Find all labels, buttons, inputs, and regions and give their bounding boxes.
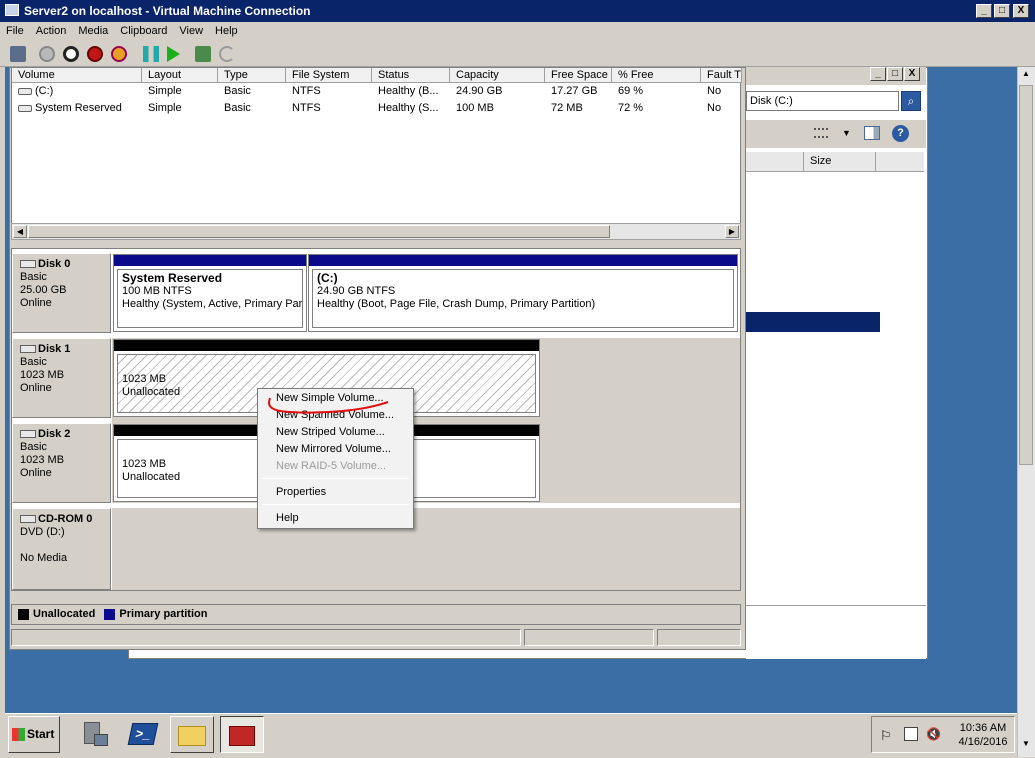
turn-off-icon[interactable]: [63, 46, 79, 62]
cdrom-area: [112, 508, 740, 590]
search-input[interactable]: Disk (C:): [746, 91, 899, 111]
chevron-down-icon[interactable]: ▼: [842, 128, 851, 138]
partition-c[interactable]: (C:) 24.90 GB NTFS Healthy (Boot, Page F…: [308, 254, 738, 332]
action-center-flag-icon[interactable]: ⚐: [880, 728, 892, 744]
menu-help[interactable]: Help: [209, 22, 244, 37]
shut-down-icon[interactable]: [87, 46, 103, 62]
help-icon[interactable]: ?: [892, 125, 909, 142]
menu-bar: File Action Media Clipboard View Help: [0, 22, 1035, 41]
context-menu: New Simple Volume... New Spanned Volume.…: [257, 388, 414, 529]
window-title: Server2 on localhost - Virtual Machine C…: [24, 4, 311, 18]
disk-icon: [20, 260, 36, 269]
vm-toolbar: [0, 41, 1035, 67]
menu-new-raid5-volume: New RAID-5 Volume...: [276, 460, 387, 472]
status-bar: [11, 629, 741, 646]
menu-separator: [262, 504, 409, 505]
primary-partition-swatch: [104, 608, 116, 620]
vm-connection-icon: [5, 4, 19, 16]
column-type[interactable]: Type: [218, 68, 286, 83]
bg-close-button[interactable]: X: [904, 67, 920, 81]
legend: Unallocated Primary partition: [11, 604, 741, 625]
horizontal-scrollbar[interactable]: ◀ ▶: [11, 223, 741, 240]
column-size[interactable]: Size: [803, 152, 875, 171]
column-capacity[interactable]: Capacity: [450, 68, 545, 83]
menu-new-spanned-volume[interactable]: New Spanned Volume...: [259, 407, 412, 424]
pause-icon[interactable]: [143, 46, 159, 62]
explorer-icon[interactable]: [170, 716, 214, 753]
network-icon[interactable]: [904, 727, 918, 741]
close-button[interactable]: X: [1013, 4, 1029, 18]
column-percent-free[interactable]: % Free: [612, 68, 701, 83]
scroll-right-icon[interactable]: ▶: [725, 225, 739, 238]
selected-row[interactable]: [746, 312, 880, 332]
menu-file[interactable]: File: [0, 22, 30, 37]
snapshot-icon[interactable]: [195, 46, 211, 62]
resume-icon[interactable]: [167, 46, 180, 62]
menu-help[interactable]: Help: [259, 510, 412, 527]
bg-maximize-button[interactable]: □: [887, 67, 903, 81]
menu-separator: [262, 478, 409, 479]
clock[interactable]: 10:36 AM 4/16/2016: [954, 721, 1012, 749]
menu-action[interactable]: Action: [30, 22, 73, 37]
menu-properties[interactable]: Properties: [259, 484, 412, 501]
column-status[interactable]: Status: [372, 68, 450, 83]
background-details-pane: [746, 605, 926, 659]
scroll-left-icon[interactable]: ◀: [13, 225, 27, 238]
minimize-button[interactable]: _: [976, 4, 992, 18]
scroll-up-icon[interactable]: ▲: [1020, 69, 1032, 79]
column-blank[interactable]: [875, 152, 924, 171]
menu-new-simple-volume[interactable]: New Simple Volume...: [259, 390, 412, 407]
server-manager-icon[interactable]: [72, 716, 116, 753]
menu-view[interactable]: View: [173, 22, 209, 37]
search-icon[interactable]: ⌕: [901, 91, 921, 111]
disk-1-label[interactable]: Disk 1 Basic 1023 MB Online: [12, 338, 111, 418]
powershell-icon[interactable]: >_: [122, 716, 166, 753]
column-fault-tolerance[interactable]: Fault T: [701, 68, 742, 83]
background-toolbar: ▼ ?: [746, 120, 926, 148]
menu-new-mirrored-volume[interactable]: New Mirrored Volume...: [259, 441, 412, 458]
unallocated-swatch: [18, 608, 29, 620]
volume-list: Volume Layout Type File System Status Ca…: [11, 67, 742, 224]
start-icon[interactable]: [39, 46, 55, 62]
drive-icon: [18, 87, 32, 95]
disk-2-label[interactable]: Disk 2 Basic 1023 MB Online: [12, 423, 111, 503]
disk-icon: [20, 430, 36, 439]
background-window-caption: _ □ X: [746, 67, 926, 85]
windows-logo-icon: [12, 728, 25, 741]
column-free-space[interactable]: Free Space: [545, 68, 612, 83]
cdrom-icon: [20, 515, 36, 524]
column-layout[interactable]: Layout: [142, 68, 218, 83]
start-button[interactable]: Start: [8, 716, 60, 753]
ctrl-alt-del-icon[interactable]: [10, 46, 26, 62]
window-title-bar: Server2 on localhost - Virtual Machine C…: [0, 0, 1035, 22]
vertical-scrollbar[interactable]: ▲ ▼: [1017, 67, 1035, 757]
revert-icon[interactable]: [219, 46, 235, 62]
system-tray: ⚐ 🔇 10:36 AM 4/16/2016: [871, 716, 1015, 753]
background-list-header: Size: [746, 152, 924, 172]
scroll-thumb[interactable]: [1019, 85, 1033, 465]
disk-0-label[interactable]: Disk 0 Basic 25.00 GB Online: [12, 253, 111, 333]
disk-icon: [20, 345, 36, 354]
column-volume[interactable]: Volume: [12, 68, 142, 83]
bg-minimize-button[interactable]: _: [870, 67, 886, 81]
column-file-system[interactable]: File System: [286, 68, 372, 83]
menu-clipboard[interactable]: Clipboard: [114, 22, 173, 37]
save-icon[interactable]: [111, 46, 127, 62]
view-options-icon[interactable]: [814, 128, 828, 138]
partition-system-reserved[interactable]: System Reserved 100 MB NTFS Healthy (Sys…: [113, 254, 307, 332]
scroll-down-icon[interactable]: ▼: [1020, 739, 1032, 749]
menu-new-striped-volume[interactable]: New Striped Volume...: [259, 424, 412, 441]
volume-muted-icon[interactable]: 🔇: [926, 727, 941, 741]
maximize-button[interactable]: □: [994, 4, 1010, 18]
preview-pane-icon[interactable]: [864, 126, 880, 140]
cdrom-0-label[interactable]: CD-ROM 0 DVD (D:) No Media: [12, 508, 111, 590]
drive-icon: [18, 104, 32, 112]
menu-media[interactable]: Media: [72, 22, 114, 37]
scroll-thumb[interactable]: [28, 225, 610, 238]
computer-management-icon[interactable]: [220, 716, 264, 753]
